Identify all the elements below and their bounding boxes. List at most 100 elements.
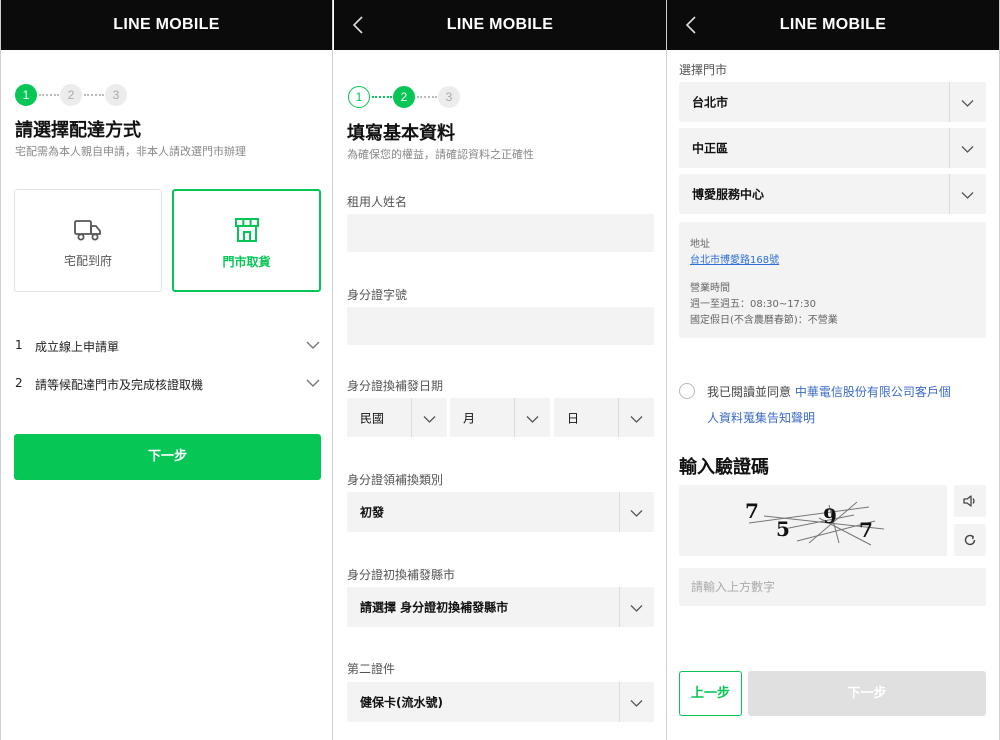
accordion-number: 1	[15, 338, 23, 352]
month-select[interactable]: 月	[450, 398, 550, 437]
step-2: 2	[393, 86, 415, 108]
next-button-disabled[interactable]: 下一步	[748, 671, 986, 716]
page-title: 填寫基本資料	[347, 123, 455, 144]
privacy-link[interactable]: 中華電信股份有限公司客戶個	[795, 385, 951, 399]
select-divider	[618, 398, 619, 437]
select-divider	[619, 587, 620, 627]
step-1: 1	[15, 84, 37, 106]
store-info-box: 地址 台北市博愛路168號 營業時間 週一至週五：08:30~17:30 國定假…	[679, 222, 986, 338]
page-title: 請選擇配達方式	[15, 120, 141, 141]
select-divider	[619, 682, 620, 722]
field-label-second-doc: 第二證件	[347, 662, 396, 676]
select-value: 民國	[360, 411, 385, 425]
chevron-down-icon	[961, 185, 974, 204]
select-value: 初發	[360, 505, 385, 520]
chevron-down-icon	[630, 408, 643, 427]
accordion-label: 成立線上申請單	[35, 340, 120, 354]
page-subtitle: 宅配需為本人親自申請，非本人請改選門市辦理	[15, 145, 246, 158]
chevron-down-icon	[630, 503, 643, 522]
select-value: 日	[567, 411, 580, 425]
district-select[interactable]: 中正區	[679, 128, 986, 168]
field-label-issue-date: 身分證換補發日期	[347, 379, 444, 393]
option-store-pickup[interactable]: 門市取貨	[172, 189, 321, 292]
captcha-noise	[748, 501, 885, 546]
address-label: 地址	[690, 239, 710, 250]
select-value: 月	[463, 411, 476, 425]
step-3: 3	[105, 84, 127, 106]
chevron-down-icon	[961, 139, 974, 158]
app-header: LINE MOBILE	[334, 0, 666, 50]
step-connector	[39, 94, 59, 96]
era-select[interactable]: 民國	[347, 398, 447, 437]
accordion-label: 請等候配達門市及完成核證取機	[35, 378, 204, 392]
select-divider	[949, 82, 950, 122]
step-2: 2	[60, 84, 82, 106]
brand-title: LINE MOBILE	[446, 16, 554, 33]
prev-button[interactable]: 上一步	[679, 671, 742, 716]
field-label-name: 租用人姓名	[347, 195, 408, 209]
select-value: 健保卡(流水號)	[360, 695, 443, 710]
panel-delivery-method: LINE MOBILE 1 2 3 請選擇配達方式 宅配需為本人親自申請，非本人…	[0, 0, 333, 740]
page-subtitle: 為確保您的權益，請確認資料之正確性	[347, 148, 534, 161]
chevron-down-icon	[526, 408, 539, 427]
panel-basic-info: LINE MOBILE 1 2 3 填寫基本資料 為確保您的權益，請確認資料之正…	[334, 0, 667, 740]
captcha-digit: 7	[859, 518, 873, 542]
issue-city-select[interactable]: 請選擇 身分證初換補發縣市	[347, 587, 654, 627]
captcha-refresh-button[interactable]	[954, 524, 986, 556]
captcha-digit: 7	[745, 499, 759, 523]
field-label-id: 身分證字號	[347, 288, 408, 302]
captcha-digit: 5	[776, 517, 790, 541]
refresh-icon	[964, 534, 976, 546]
agree-prefix: 我已閱讀並同意	[707, 385, 792, 399]
step-connector	[84, 94, 104, 96]
second-doc-select[interactable]: 健保卡(流水號)	[347, 682, 654, 722]
option-label: 宅配到府	[63, 254, 112, 268]
select-divider	[949, 128, 950, 168]
hours-holiday: 國定假日(不含農曆春節)：不營業	[690, 315, 838, 326]
store-icon	[234, 217, 260, 247]
select-divider	[949, 174, 950, 214]
chevron-down-icon	[630, 693, 643, 712]
day-select[interactable]: 日	[554, 398, 654, 437]
field-label-store: 選擇門市	[679, 63, 728, 77]
name-input[interactable]	[347, 214, 654, 252]
issue-type-select[interactable]: 初發	[347, 492, 654, 532]
truck-icon	[74, 218, 102, 246]
agree-radio[interactable]	[679, 383, 695, 399]
select-value: 中正區	[692, 141, 729, 156]
app-header: LINE MOBILE	[1, 0, 332, 50]
accordion-item-2[interactable]: 2 請等候配達門市及完成核證取機	[15, 373, 320, 395]
select-value: 請選擇 身分證初換補發縣市	[360, 600, 509, 615]
captcha-input[interactable]	[679, 568, 986, 606]
id-number-input[interactable]	[347, 307, 654, 345]
hours-weekday: 週一至週五：08:30~17:30	[690, 299, 817, 310]
brand-title: LINE MOBILE	[779, 16, 887, 33]
chevron-down-icon	[961, 93, 974, 112]
select-divider	[619, 492, 620, 532]
captcha-audio-button[interactable]	[954, 485, 986, 517]
privacy-link-cont[interactable]: 人資料蒐集告知聲明	[707, 411, 815, 425]
captcha-image: 7 5 9 7	[679, 485, 947, 556]
step-1: 1	[348, 86, 370, 108]
store-select[interactable]: 博愛服務中心	[679, 174, 986, 214]
address-link[interactable]: 台北市博愛路168號	[690, 251, 779, 266]
select-divider	[514, 398, 515, 437]
next-button[interactable]: 下一步	[14, 434, 321, 480]
chevron-down-icon	[423, 408, 436, 427]
captcha-digit: 9	[823, 504, 837, 528]
select-value: 博愛服務中心	[692, 187, 765, 202]
chevron-down-icon	[306, 377, 320, 391]
captcha-title: 輸入驗證碼	[679, 457, 769, 478]
chevron-down-icon	[630, 598, 643, 617]
step-connector	[372, 96, 392, 98]
chevron-down-icon	[306, 339, 320, 353]
city-select[interactable]: 台北市	[679, 82, 986, 122]
hours-label: 營業時間	[690, 283, 730, 294]
brand-title: LINE MOBILE	[113, 16, 220, 33]
step-3: 3	[438, 86, 460, 108]
accordion-item-1[interactable]: 1 成立線上申請單	[15, 335, 320, 357]
field-label-issue-type: 身分證領補換類別	[347, 473, 444, 487]
option-home-delivery[interactable]: 宅配到府	[14, 189, 162, 292]
field-label-issue-city: 身分證初換補發縣市	[347, 568, 456, 582]
accordion-number: 2	[15, 376, 23, 390]
